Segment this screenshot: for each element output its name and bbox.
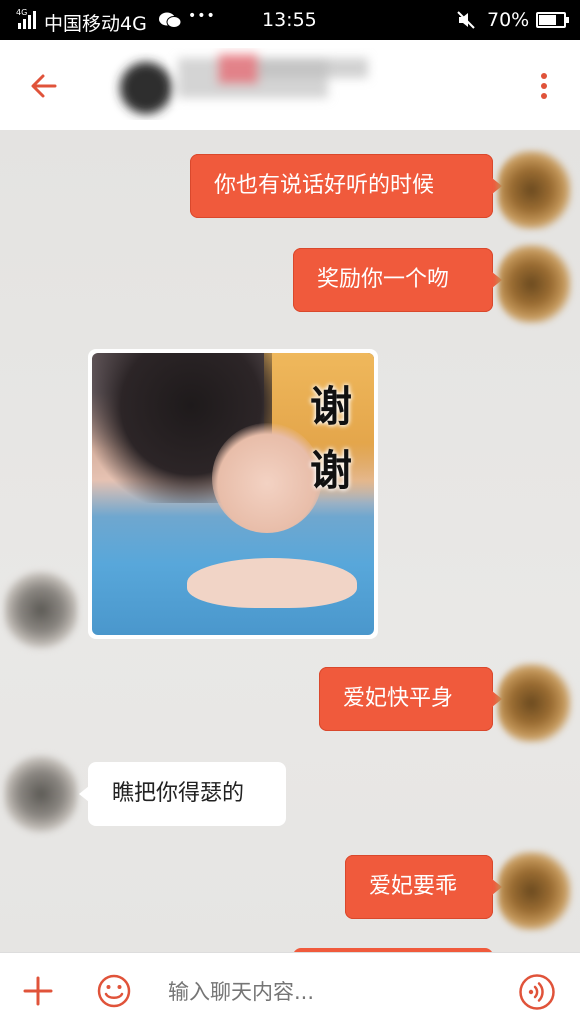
message-bubble-outgoing[interactable]: 爱妃要乖 (345, 855, 502, 919)
battery-fill (539, 15, 556, 25)
message-bubble-outgoing[interactable]: 奖励你一个吻 (293, 248, 502, 312)
input-bar (0, 952, 580, 1031)
network-badge: 4G (16, 8, 28, 17)
contact-avatar[interactable] (4, 754, 78, 834)
more-vertical-icon[interactable] (530, 66, 558, 106)
contact-avatar[interactable] (4, 570, 78, 650)
wechat-icon (159, 12, 182, 28)
signal-icon: 4G (16, 8, 40, 29)
status-bar: 4G 中国移动4G ••• 13:55 70% (0, 0, 580, 40)
my-avatar[interactable] (498, 663, 572, 743)
message-bubble-incoming[interactable]: 瞧把你得瑟的 (79, 762, 286, 826)
plus-icon[interactable] (22, 975, 54, 1007)
voice-icon[interactable] (518, 973, 556, 1011)
emoji-icon[interactable] (96, 973, 132, 1009)
sticker-text-1: 谢 (309, 382, 352, 431)
my-avatar[interactable] (498, 244, 572, 324)
message-bubble-outgoing[interactable]: 你也有说话好听的时候 (190, 154, 502, 218)
chat-header (0, 40, 580, 130)
contact-name-redacted (108, 48, 378, 122)
battery-percent: 70% (487, 9, 530, 31)
message-bubble-outgoing[interactable]: 爱妃快平身 (319, 667, 502, 731)
sticker-message[interactable]: 谢 谢 (88, 349, 378, 639)
message-list[interactable]: 你也有说话好听的时候 奖励你一个吻 谢 谢 爱妃快平身 瞧把你得瑟的 爱妃要乖 (0, 130, 580, 952)
carrier-label: 中国移动4G (44, 13, 147, 35)
notification-dots: ••• (188, 8, 216, 24)
arrow-left-icon[interactable] (24, 66, 64, 106)
mute-icon (457, 11, 475, 29)
my-avatar[interactable] (498, 851, 572, 931)
battery-icon (536, 12, 569, 28)
my-avatar[interactable] (498, 150, 572, 230)
clock: 13:55 (262, 9, 317, 31)
sticker-image: 谢 谢 (92, 353, 374, 635)
message-input[interactable] (168, 967, 498, 1017)
sticker-text-2: 谢 (309, 446, 352, 495)
